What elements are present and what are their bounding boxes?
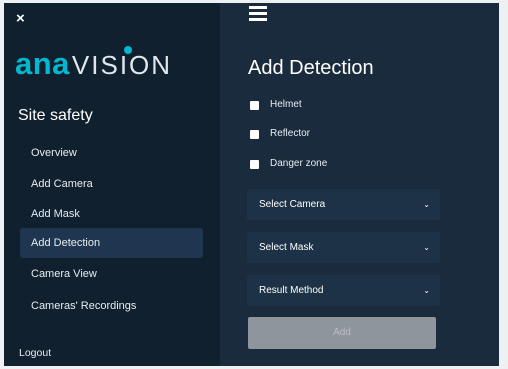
sidebar-item-label: Cameras' Recordings [31, 300, 137, 312]
close-icon[interactable]: × [16, 11, 25, 26]
sidebar-item-add-camera[interactable]: Add Camera [20, 169, 203, 199]
page-title: Add Detection [248, 57, 374, 79]
checkbox-label: Reflector [270, 128, 311, 139]
sidebar-item-add-detection[interactable]: Add Detection [20, 228, 203, 258]
hamburger-icon[interactable] [249, 6, 267, 21]
app-window: × ana VISION Site safety Overview Add Ca… [4, 3, 499, 366]
logo-ana-text: ana [15, 46, 70, 81]
sidebar-item-label: Overview [31, 147, 77, 159]
sidebar-item-label: Add Detection [31, 237, 101, 249]
logo-vision-label: VISION [71, 50, 173, 80]
select-mask-value: Select Mask [259, 242, 314, 253]
checkbox-label: Helmet [270, 99, 302, 110]
result-method-value: Result Method [259, 285, 324, 296]
checkbox-reflector[interactable]: Reflector [250, 127, 310, 141]
chevron-down-icon: ⌄ [423, 243, 430, 252]
select-camera-value: Select Camera [259, 199, 326, 210]
checkbox-box[interactable] [250, 129, 259, 139]
chevron-down-icon: ⌄ [423, 286, 430, 295]
chevron-down-icon: ⌄ [423, 200, 430, 209]
main-content: Add Detection Helmet Reflector Danger zo… [220, 3, 499, 366]
checkbox-box[interactable] [250, 100, 259, 110]
logout-link[interactable]: Logout [19, 346, 51, 360]
sidebar-item-cameras-recordings[interactable]: Cameras' Recordings [20, 291, 203, 321]
sidebar-item-add-mask[interactable]: Add Mask [20, 199, 203, 229]
sidebar-item-overview[interactable]: Overview [20, 138, 203, 168]
anavision-logo: ana VISION [15, 46, 173, 81]
checkbox-box[interactable] [250, 159, 259, 169]
select-camera-dropdown[interactable]: Select Camera ⌄ [247, 189, 440, 220]
checkbox-danger-zone[interactable]: Danger zone [250, 157, 327, 171]
logo-vision-text: VISION [71, 46, 173, 80]
add-button[interactable]: Add [248, 317, 436, 349]
sidebar-item-label: Camera View [31, 268, 97, 280]
sidebar: × ana VISION Site safety Overview Add Ca… [4, 3, 220, 366]
checkbox-label: Danger zone [270, 158, 328, 169]
checkbox-helmet[interactable]: Helmet [250, 98, 302, 112]
result-method-dropdown[interactable]: Result Method ⌄ [247, 275, 440, 306]
select-mask-dropdown[interactable]: Select Mask ⌄ [247, 232, 440, 263]
sidebar-item-camera-view[interactable]: Camera View [20, 259, 203, 289]
sidebar-item-label: Add Mask [31, 208, 80, 220]
sidebar-item-label: Add Camera [31, 178, 93, 190]
section-title: Site safety [18, 107, 93, 124]
logo-dot [123, 46, 132, 54]
